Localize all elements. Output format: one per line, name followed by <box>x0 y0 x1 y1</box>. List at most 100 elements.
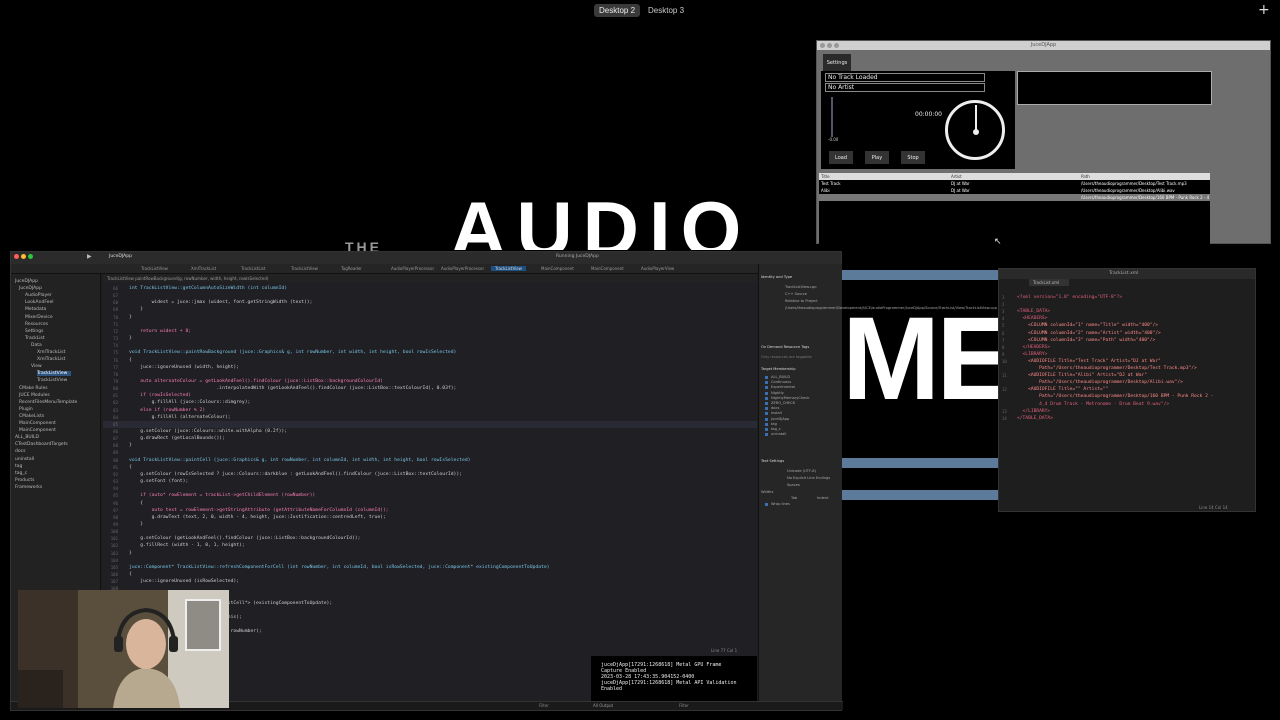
target-checkbox[interactable] <box>765 433 768 437</box>
navigator-item[interactable]: tag <box>15 464 22 469</box>
column-header-path[interactable]: Path <box>1081 174 1090 179</box>
navigator-item[interactable]: XmlTrackList <box>37 357 65 362</box>
navigator-item[interactable]: TrackListView <box>37 378 67 383</box>
navigator-item[interactable]: TrackListView <box>37 371 72 377</box>
table-row[interactable]: /Users/theaudioprogrammer/Desktop/160 BP… <box>819 194 1210 201</box>
navigator-item[interactable]: docs <box>15 449 25 454</box>
navigator-item[interactable]: TrackList <box>25 336 45 341</box>
text-encoding-select[interactable]: Unicode (UTF-8) <box>787 469 816 473</box>
navigator-item[interactable]: Products <box>15 478 34 483</box>
desktop-2-tab[interactable]: Desktop 2 <box>594 4 641 17</box>
editor-tab[interactable]: TrackListView <box>291 266 318 271</box>
code-line: juce::ignoreUnused (width, height); <box>129 364 240 370</box>
output-selector[interactable]: All Output <box>593 703 613 708</box>
filter-field[interactable]: Filter <box>539 703 549 708</box>
line-number: 92 <box>113 471 118 477</box>
navigator-item[interactable]: RecentFilesMenuTemplate <box>19 400 77 405</box>
navigator-item[interactable]: XmlTrackList <box>37 350 65 355</box>
volume-slider[interactable] <box>831 97 833 137</box>
desktop-3-tab[interactable]: Desktop 3 <box>643 4 689 17</box>
line-endings-select[interactable]: No Explicit Line Endings <box>787 476 830 480</box>
table-header: Title Artist Path <box>819 173 1210 180</box>
console-filter-field[interactable]: Filter <box>679 703 689 708</box>
jump-bar[interactable]: TrackListView paintRowBackground(g, rowN… <box>103 274 757 282</box>
navigator-item[interactable]: AudioPlayer <box>25 293 52 298</box>
target-checkbox[interactable] <box>765 428 768 431</box>
app-title: JuceDJApp <box>1030 42 1057 48</box>
navigator-item[interactable]: CTestDashboardTargets <box>15 442 68 447</box>
file-name-field[interactable]: TrackListView.cpp <box>785 285 817 289</box>
cell-path: /Users/theaudioprogrammer/Desktop/160 BP… <box>1081 195 1209 200</box>
tags-field[interactable]: Only resources are taggable <box>761 355 812 359</box>
target-checkbox[interactable] <box>765 402 768 405</box>
code-line: } <box>129 307 144 313</box>
wrap-lines-checkbox[interactable] <box>765 503 768 506</box>
run-icon[interactable]: ▶ <box>87 253 92 260</box>
xml-content[interactable]: 1 <?xml version="1.0" encoding="UTF-8"?> 2… <box>999 295 1257 495</box>
target-checkbox[interactable] <box>765 386 768 390</box>
target-checkbox[interactable] <box>765 396 768 400</box>
editor-tab[interactable]: AudioPlayerProcessor <box>391 266 434 271</box>
navigator-item[interactable]: JuceDJApp <box>15 279 38 284</box>
navigator-item[interactable]: uninstall <box>15 457 34 462</box>
navigator-item[interactable]: LookAndFeel <box>25 300 53 305</box>
target-checkbox[interactable] <box>765 422 768 426</box>
file-type-select[interactable]: C++ Source <box>785 292 807 296</box>
code-line: g.setColour (rowIsSelected ? juce::Colou… <box>129 471 463 477</box>
close-icon[interactable] <box>14 254 19 259</box>
wallpaper-stripe <box>842 458 998 468</box>
navigator-item[interactable]: tag_c <box>15 471 27 476</box>
target-checkbox[interactable] <box>765 381 768 385</box>
target-checkbox[interactable] <box>765 417 768 421</box>
navigator-item[interactable]: MainComponent <box>19 421 56 426</box>
navigator-item[interactable]: Plugin <box>19 407 33 412</box>
navigator-item[interactable]: View <box>31 364 42 369</box>
load-button[interactable]: Load <box>829 151 853 164</box>
editor-tab[interactable]: TrackListView <box>141 266 168 271</box>
line-number: 82 <box>113 400 118 406</box>
xml-line: </HEADERS> <box>1017 344 1051 350</box>
navigator-item[interactable]: Frameworks <box>15 485 42 490</box>
target-checkbox[interactable] <box>765 412 768 416</box>
navigator-item[interactable]: Data <box>31 343 42 348</box>
stop-button[interactable]: Stop <box>901 151 925 164</box>
editor-tab[interactable]: MainComponent <box>591 266 624 271</box>
navigator-item[interactable]: MixerDevice <box>25 315 53 320</box>
location-select[interactable]: Relative to Project <box>785 299 818 303</box>
mission-control-bar: Desktop 2 Desktop 3 + <box>0 0 1280 22</box>
jog-wheel[interactable] <box>945 100 1005 160</box>
zoom-icon[interactable] <box>28 254 33 259</box>
editor-tab[interactable]: TrackListView <box>491 266 526 271</box>
editor-tab[interactable]: AudioPlayerView <box>641 266 674 271</box>
column-header-title[interactable]: Title <box>821 174 830 179</box>
settings-button[interactable]: Settings <box>823 54 851 71</box>
navigator-item[interactable]: Metadata <box>25 307 46 312</box>
editor-tab[interactable]: TrackListList <box>241 266 265 271</box>
play-button[interactable]: Play <box>865 151 889 164</box>
target-checkbox[interactable] <box>765 407 768 411</box>
add-desktop-icon[interactable]: + <box>1258 2 1270 18</box>
xml-title-bar[interactable]: TrackList.xml <box>999 269 1255 279</box>
app-titlebar[interactable]: JuceDJApp <box>817 41 1270 50</box>
editor-tab[interactable]: TagReader <box>341 266 362 271</box>
navigator-item[interactable]: CMake Rules <box>19 386 48 391</box>
target-checkbox[interactable] <box>765 376 768 379</box>
navigator-item[interactable]: Resources <box>25 322 48 327</box>
indent-using-select[interactable]: Spaces <box>787 483 800 487</box>
navigator-item[interactable]: ALL_BUILD <box>15 435 39 440</box>
editor-tab[interactable]: AudioPlayerProcessor <box>441 266 484 271</box>
table-row[interactable]: Test Track DJ at War /Users/theaudioprog… <box>819 180 1210 187</box>
editor-tab[interactable]: MainComponent <box>541 266 574 271</box>
navigator-item[interactable]: CMakeLists <box>19 414 44 419</box>
xml-tab[interactable]: TrackList.xml <box>1029 279 1069 286</box>
navigator-item[interactable]: MainComponent <box>19 428 56 433</box>
minimize-icon[interactable] <box>21 254 26 259</box>
table-row[interactable]: Alibi DJ at War /Users/theaudioprogramme… <box>819 187 1210 194</box>
waveform-display[interactable] <box>1017 71 1212 105</box>
column-header-artist[interactable]: Artist <box>951 174 962 179</box>
navigator-item[interactable]: JUCE Modules <box>19 393 50 398</box>
target-checkbox[interactable] <box>765 391 768 395</box>
navigator-item[interactable]: JuceDJApp <box>19 286 42 291</box>
editor-tab[interactable]: XmlTrackList <box>191 266 216 271</box>
navigator-item[interactable]: Settings <box>25 329 43 334</box>
